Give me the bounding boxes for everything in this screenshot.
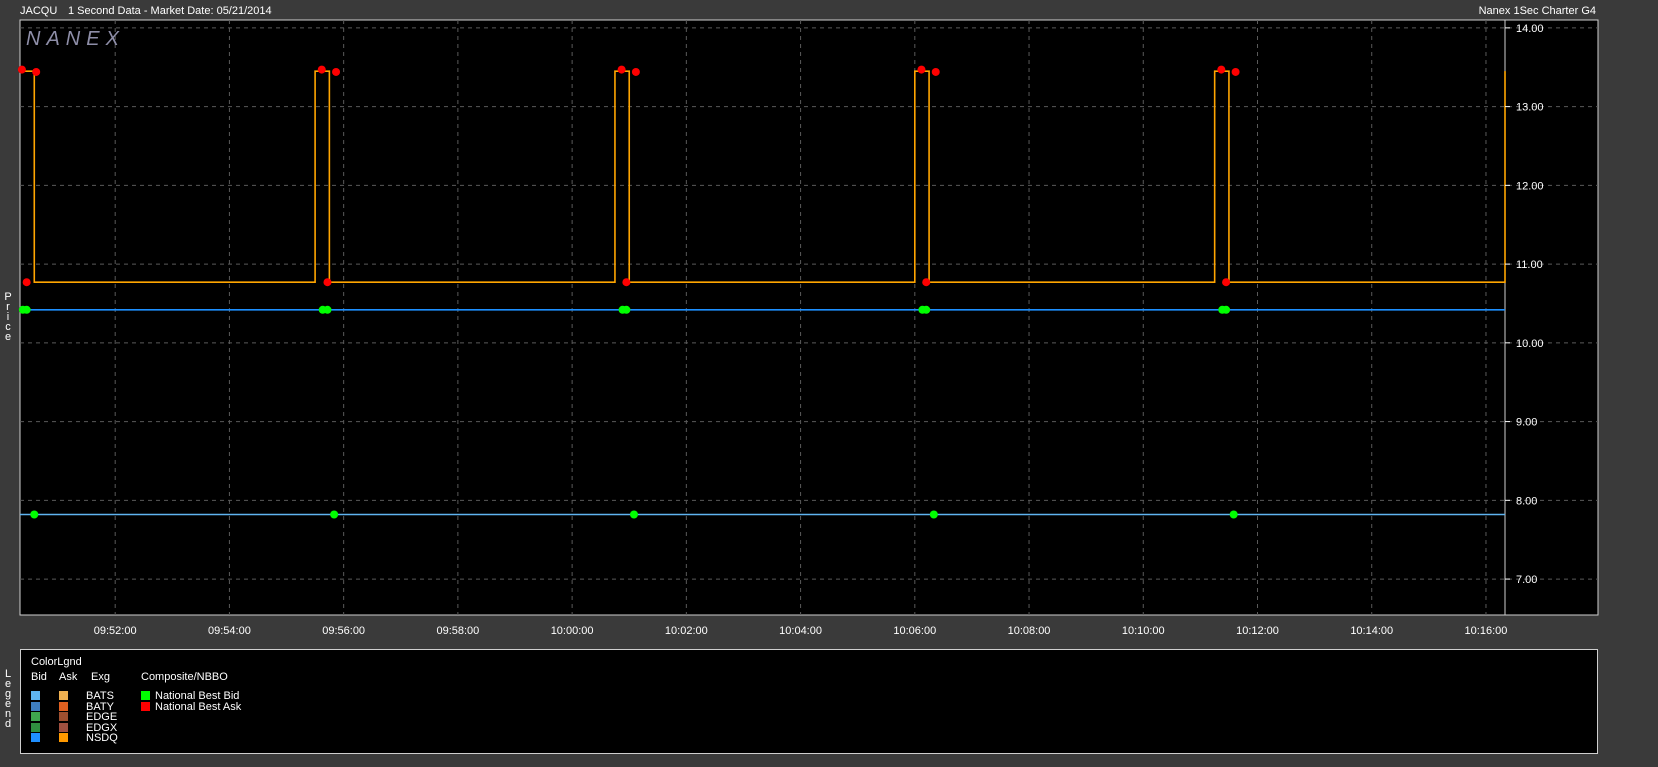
bid-color-swatch — [31, 691, 40, 700]
y-axis-side-label: Price — [3, 292, 13, 343]
nba-marker — [332, 67, 341, 76]
bid-color-swatch — [31, 722, 40, 732]
nba-marker — [317, 65, 326, 74]
nbb-marker — [622, 305, 631, 314]
x-tick-label: 10:14:00 — [1350, 625, 1393, 637]
plot-background — [19, 19, 1599, 616]
legend-title: ColorLgnd — [31, 656, 82, 668]
x-tick-label: 10:06:00 — [893, 625, 936, 637]
x-tick-label: 10:02:00 — [665, 625, 708, 637]
legend-col-bid: Bid — [31, 671, 47, 683]
nbb-marker — [323, 305, 332, 314]
composite-color-swatch — [141, 691, 150, 700]
ask-color-swatch — [59, 712, 68, 721]
x-tick-label: 09:56:00 — [322, 625, 365, 637]
bid-color-swatch — [31, 701, 40, 711]
composite-name: National Best Ask — [155, 700, 242, 713]
nba-marker — [1222, 278, 1231, 287]
legend-col-ask: Ask — [59, 671, 78, 683]
nbb-marker — [929, 510, 938, 519]
ask-color-swatch — [59, 691, 68, 700]
y-axis-side-label-letter: e — [4, 331, 12, 343]
nbb-marker — [30, 510, 39, 519]
y-tick-label: 11.00 — [1516, 259, 1543, 271]
y-tick-label: 12.00 — [1516, 180, 1544, 192]
nba-marker — [22, 278, 31, 287]
legend-panel: ColorLgnd Bid Ask Exg Composite/NBBO BAT… — [20, 649, 1598, 754]
nbb-marker — [22, 305, 31, 314]
ask-color-swatch — [59, 722, 68, 732]
chart-area[interactable]: 09:52:00 09:54:00 09:56:00 09:58:00 10:00:00… — [0, 0, 1658, 645]
x-tick-label: 09:54:00 — [208, 625, 251, 637]
x-tick-label: 09:52:00 — [94, 625, 137, 637]
legend-col-exg: Exg — [91, 671, 110, 683]
legend-side-label: Legend — [3, 669, 13, 730]
legend-side-label-letter: d — [4, 718, 12, 730]
nbb-marker — [1222, 305, 1231, 314]
nanex-watermark: NANEX — [26, 28, 125, 50]
nba-marker — [1231, 67, 1240, 76]
nba-marker — [17, 65, 26, 74]
x-tick-label: 10:08:00 — [1008, 625, 1051, 637]
bid-color-swatch — [31, 733, 40, 742]
nba-marker — [622, 278, 631, 287]
y-tick-label: 13.00 — [1516, 102, 1544, 114]
x-tick-label: 10:00:00 — [551, 625, 594, 637]
nba-marker — [631, 67, 640, 76]
ask-color-swatch — [59, 733, 68, 742]
price-chart[interactable]: 09:52:00 09:54:00 09:56:00 09:58:00 10:00:00… — [0, 0, 1658, 640]
y-tick-label: 8.00 — [1516, 495, 1537, 507]
legend-col-composite: Composite/NBBO — [141, 671, 228, 683]
x-tick-label: 10:10:00 — [1122, 625, 1165, 637]
y-tick-label: 10.00 — [1516, 338, 1544, 350]
x-tick-label: 09:58:00 — [436, 625, 479, 637]
nbb-marker — [922, 305, 931, 314]
nbb-marker — [1229, 510, 1238, 519]
ask-color-swatch — [59, 701, 68, 711]
x-tick-label: 10:04:00 — [779, 625, 822, 637]
x-tick-label: 10:16:00 — [1465, 625, 1508, 637]
y-tick-label: 14.00 — [1516, 23, 1544, 35]
bid-color-swatch — [31, 712, 40, 721]
nbb-marker — [629, 510, 638, 519]
y-tick-label: 7.00 — [1516, 574, 1537, 586]
composite-color-swatch — [141, 701, 150, 711]
nba-marker — [323, 278, 332, 287]
exchange-name: NSDQ — [86, 732, 118, 744]
nba-marker — [1217, 65, 1226, 74]
nba-marker — [617, 65, 626, 74]
nba-marker — [931, 67, 940, 76]
nbb-marker — [330, 510, 339, 519]
nba-marker — [917, 65, 926, 74]
nba-marker — [32, 67, 41, 76]
nba-marker — [922, 278, 931, 287]
y-tick-label: 9.00 — [1516, 417, 1537, 429]
x-tick-label: 10:12:00 — [1236, 625, 1279, 637]
